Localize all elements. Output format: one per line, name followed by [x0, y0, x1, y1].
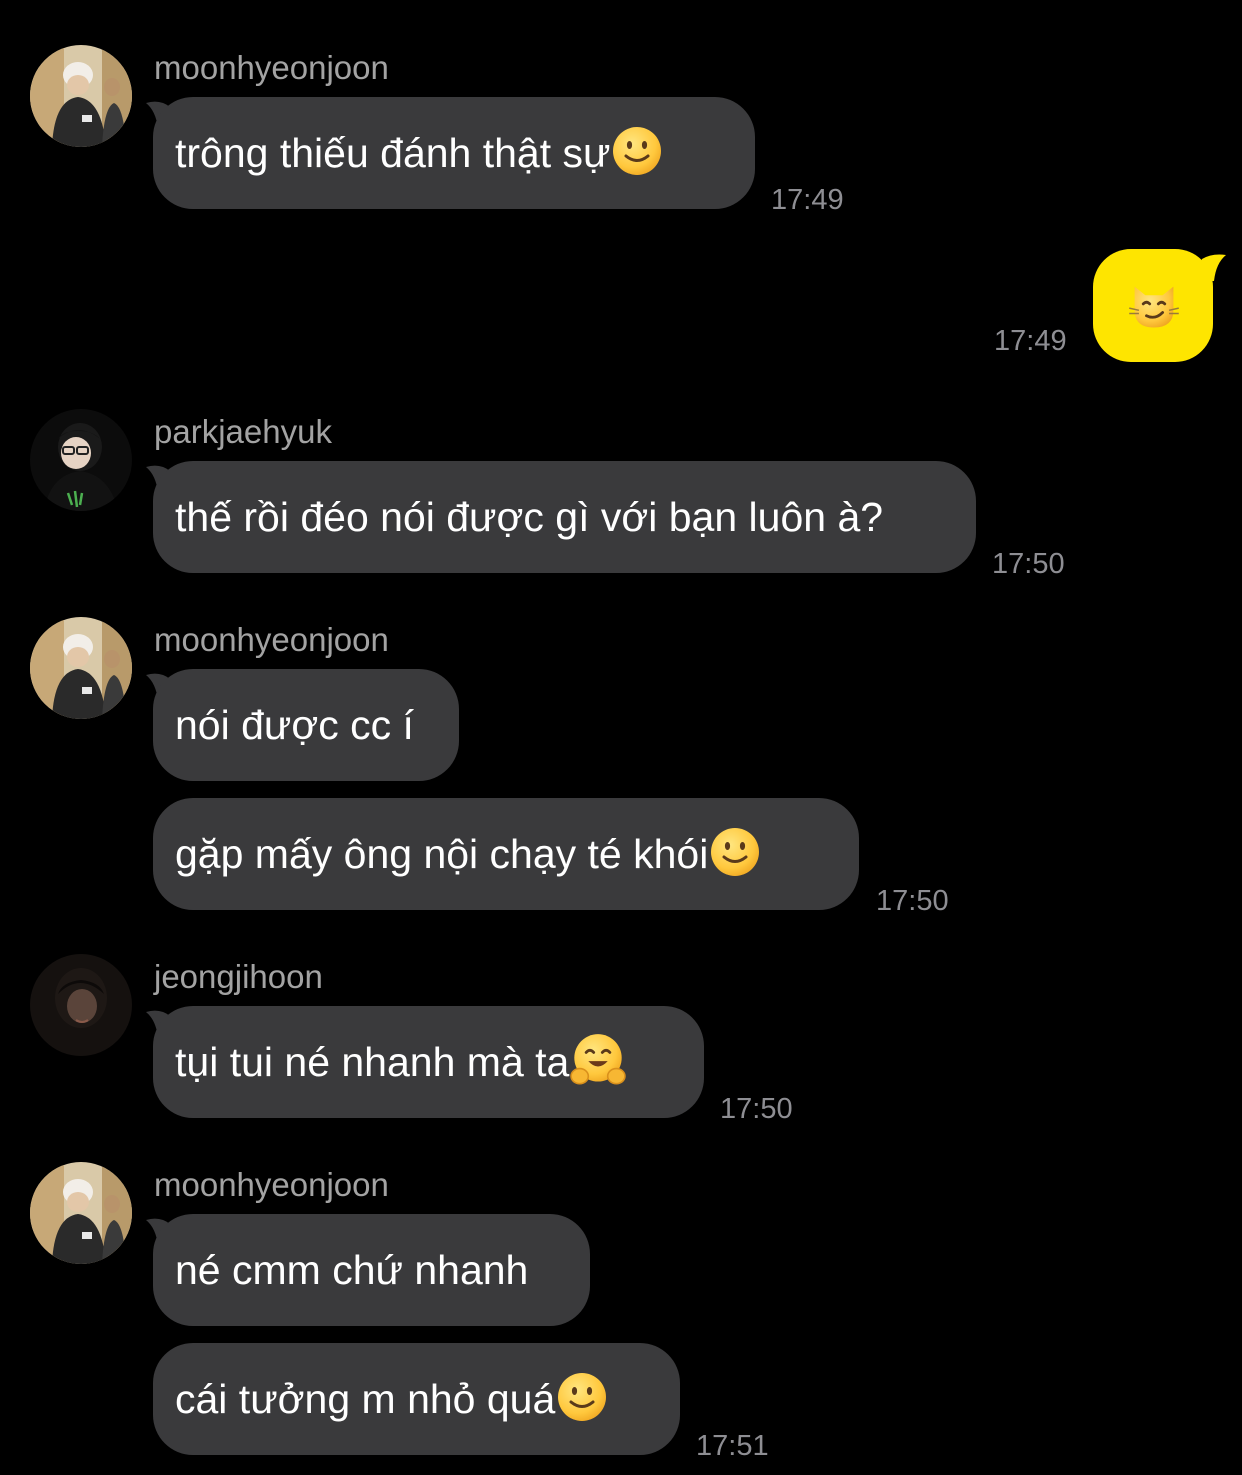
message-text: né cmm chứ nhanh [175, 1246, 529, 1293]
avatar-moonhyeonjoon[interactable] [30, 617, 132, 719]
avatar-jeongjihoon[interactable] [30, 954, 132, 1056]
message-timestamp: 17:50 [992, 548, 1065, 580]
message-bubble[interactable]: nói được cc í [153, 669, 459, 781]
sender-name: jeongjihoon [154, 958, 323, 995]
message-text: gặp mấy ông nội chạy té khói [175, 830, 709, 877]
message-bubble[interactable]: tụi tui né nhanh mà ta [153, 1006, 704, 1118]
avatar-moonhyeonjoon[interactable] [30, 45, 132, 147]
message-timestamp: 17:49 [994, 325, 1067, 357]
smirking-cat-face-icon [1126, 278, 1182, 334]
message-timestamp: 17:50 [720, 1093, 793, 1125]
message-bubble[interactable]: trông thiếu đánh thật sự [153, 97, 755, 209]
sender-name: moonhyeonjoon [154, 621, 389, 658]
sender-name: moonhyeonjoon [154, 49, 389, 86]
message-timestamp: 17:51 [696, 1430, 769, 1462]
avatar-parkjaehyuk[interactable] [30, 409, 132, 511]
message-text: cái tưởng m nhỏ quá [175, 1375, 556, 1422]
message-text: thế rồi đéo nói được gì với bạn luôn à? [175, 493, 884, 540]
slightly-smiling-face-icon [556, 1371, 608, 1423]
slightly-smiling-face-icon [709, 826, 761, 878]
message-text: trông thiếu đánh thật sự [175, 129, 611, 176]
message-text: tụi tui né nhanh mà ta [175, 1038, 570, 1085]
avatar-moonhyeonjoon[interactable] [30, 1162, 132, 1264]
slightly-smiling-face-icon [611, 125, 663, 177]
message-bubble[interactable]: cái tưởng m nhỏ quá [153, 1343, 680, 1455]
message-text: nói được cc í [175, 701, 414, 748]
sender-name: parkjaehyuk [154, 413, 332, 450]
sender-name: moonhyeonjoon [154, 1166, 389, 1203]
message-timestamp: 17:49 [771, 184, 844, 216]
message-timestamp: 17:50 [876, 885, 949, 917]
message-bubble[interactable]: né cmm chứ nhanh [153, 1214, 590, 1326]
my-message-bubble[interactable] [1093, 249, 1213, 362]
message-bubble[interactable]: thế rồi đéo nói được gì với bạn luôn à? [153, 461, 976, 573]
hugging-face-icon [570, 1032, 626, 1088]
message-bubble[interactable]: gặp mấy ông nội chạy té khói [153, 798, 859, 910]
